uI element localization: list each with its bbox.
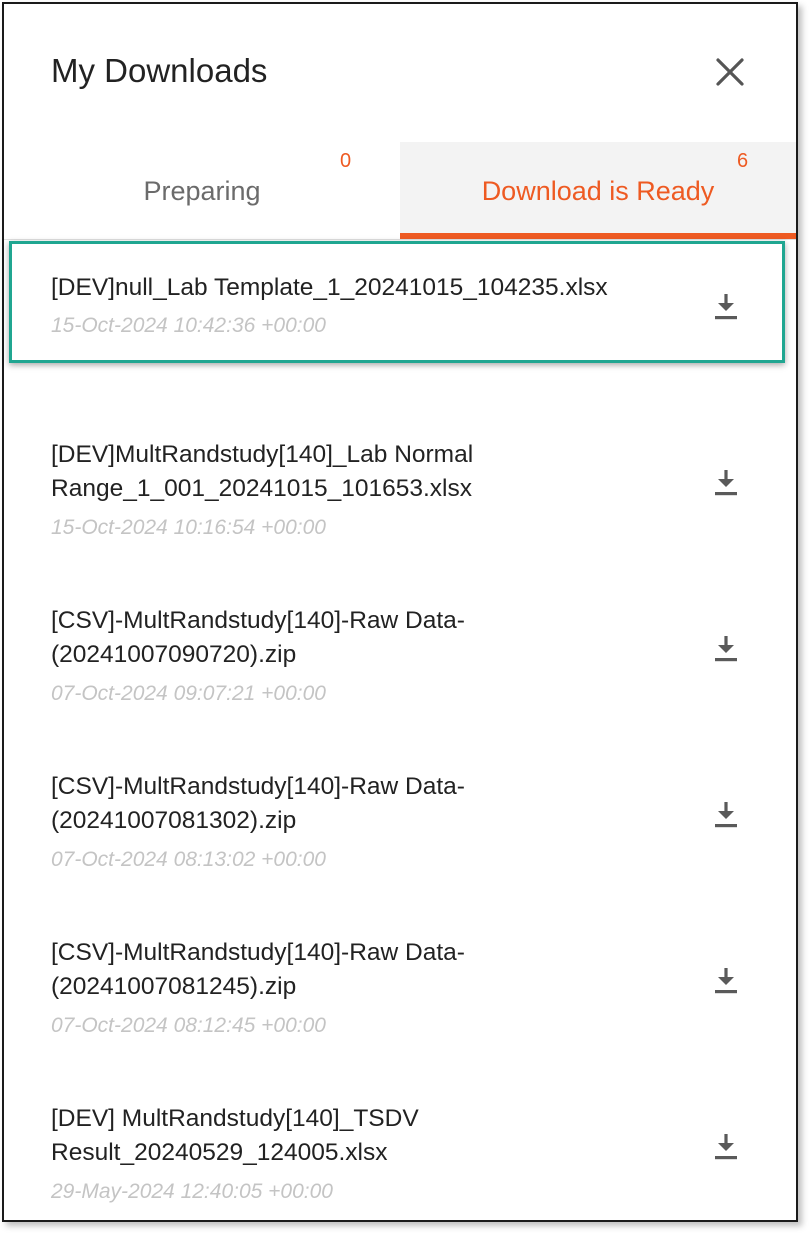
download-button[interactable] [712, 798, 740, 832]
close-button[interactable] [708, 50, 752, 94]
download-file-name: [DEV] MultRandstudy[140]_TSDV Result_2024… [51, 1102, 681, 1170]
download-file-name-line: (20241007090720).zip [51, 641, 297, 668]
download-file-name: [CSV]-MultRandstudy[140]-Raw Data- (20241… [51, 770, 681, 838]
download-file-name-line: (20241007081302).zip [51, 807, 297, 834]
tab-preparing-count: 0 [340, 150, 352, 172]
download-icon [712, 802, 740, 836]
download-file-name-line: Range_1_001_20241015_101653.xlsx [51, 475, 472, 502]
download-date: 29-May-2024 12:40:05 +00:00 [51, 1180, 333, 1203]
download-file-name: [CSV]-MultRandstudy[140]-Raw Data- (20241… [51, 936, 681, 1004]
download-date: 07-Oct-2024 09:07:21 +00:00 [51, 682, 326, 705]
download-file-name-line: [CSV]-MultRandstudy[140]-Raw Data- [51, 607, 465, 634]
download-item[interactable]: [CSV]-MultRandstudy[140]-Raw Data- (20241… [4, 904, 796, 1070]
download-file-name-line: [DEV]MultRandstudy[140]_Lab Normal [51, 441, 474, 468]
download-button[interactable] [712, 466, 740, 500]
tab-download-ready-count: 6 [737, 150, 749, 172]
download-file-name-line: Result_20240529_124005.xlsx [51, 1139, 388, 1166]
downloads-panel: My Downloads Preparing 0 Download is Rea… [2, 2, 798, 1222]
download-button[interactable] [712, 632, 740, 666]
download-icon [712, 636, 740, 670]
download-icon [712, 968, 740, 1002]
tab-preparing-label: Preparing [143, 176, 261, 206]
tab-download-ready[interactable]: Download is Ready 6 [400, 142, 796, 239]
download-date: 07-Oct-2024 08:12:45 +00:00 [51, 1014, 326, 1037]
panel-header: My Downloads [4, 4, 796, 142]
download-file-name-line: [DEV] MultRandstudy[140]_TSDV [51, 1105, 419, 1132]
download-item[interactable]: [DEV]null_Lab Template_1_20241015_104235… [4, 240, 796, 406]
download-file-name: [CSV]-MultRandstudy[140]-Raw Data- (20241… [51, 604, 681, 672]
download-date: 15-Oct-2024 10:16:54 +00:00 [51, 516, 326, 539]
download-icon [712, 1134, 740, 1168]
download-file-name: [DEV]null_Lab Template_1_20241015_104235… [51, 271, 681, 305]
download-file-name-line: [CSV]-MultRandstudy[140]-Raw Data- [51, 773, 465, 800]
download-file-name: [DEV]MultRandstudy[140]_Lab Normal Range_… [51, 438, 681, 506]
download-item[interactable]: [DEV]MultRandstudy[140]_Lab Normal Range_… [4, 406, 796, 572]
download-button[interactable] [712, 1130, 740, 1164]
download-icon [712, 294, 740, 328]
panel-title: My Downloads [51, 52, 268, 89]
download-item[interactable]: [DEV] MultRandstudy[140]_TSDV Result_2024… [4, 1070, 796, 1220]
download-file-name-line: [DEV]null_Lab Template_1_20241015_104235… [51, 274, 608, 301]
download-item[interactable]: [CSV]-MultRandstudy[140]-Raw Data- (20241… [4, 572, 796, 738]
download-icon [712, 470, 740, 504]
tab-download-ready-label: Download is Ready [481, 176, 715, 206]
tab-preparing[interactable]: Preparing 0 [4, 142, 400, 239]
download-button[interactable] [712, 964, 740, 998]
download-button[interactable] [712, 290, 740, 324]
download-item[interactable]: [CSV]-MultRandstudy[140]-Raw Data- (20241… [4, 738, 796, 904]
close-icon [716, 58, 744, 86]
download-date: 07-Oct-2024 08:13:02 +00:00 [51, 848, 326, 871]
download-date: 15-Oct-2024 10:42:36 +00:00 [51, 314, 326, 337]
download-file-name-line: (20241007081245).zip [51, 973, 297, 1000]
tab-bar: Preparing 0 Download is Ready 6 [4, 142, 796, 239]
download-file-name-line: [CSV]-MultRandstudy[140]-Raw Data- [51, 939, 465, 966]
